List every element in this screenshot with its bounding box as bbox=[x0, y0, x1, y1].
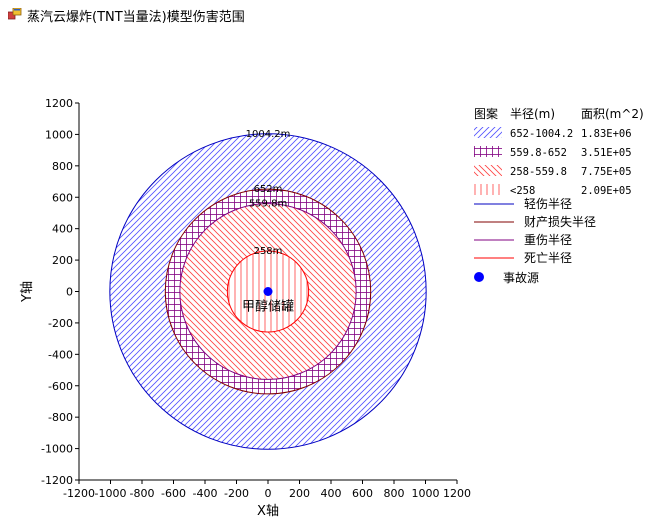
y-tick-label: 800 bbox=[52, 160, 73, 173]
legend-swatch-grid-purple bbox=[474, 146, 502, 157]
legend-line-label: 重伤半径 bbox=[524, 233, 572, 247]
source-label: 甲醇储罐 bbox=[242, 299, 294, 315]
legend-source-marker bbox=[474, 272, 484, 282]
x-tick-label: 800 bbox=[384, 487, 405, 500]
x-axis-label: X轴 bbox=[257, 504, 279, 519]
y-axis-label: Y轴 bbox=[20, 281, 35, 303]
x-tick-label: 400 bbox=[321, 487, 342, 500]
window-title: 蒸汽云爆炸(TNT当量法)模型伤害范围 bbox=[27, 10, 245, 25]
chart-area: -1200 -1200 -1000 -1000 -800 -800 -600 -600 -400… bbox=[0, 28, 666, 528]
y-tick-label: -1200 bbox=[41, 474, 73, 487]
y-tick-label: -600 bbox=[48, 380, 73, 393]
legend-radius-range: <258 bbox=[510, 185, 535, 197]
x-tick-label: -1000 bbox=[95, 487, 127, 500]
title-bar: 蒸汽云爆炸(TNT当量法)模型伤害范围 bbox=[0, 0, 666, 29]
legend-header: 图案 bbox=[474, 106, 498, 121]
x-tick-label: -400 bbox=[193, 487, 218, 500]
app-window-icon bbox=[8, 8, 22, 20]
x-tick-label: 0 bbox=[265, 487, 272, 500]
legend-header: 半径(m) bbox=[510, 107, 555, 121]
x-tick-label: 1000 bbox=[412, 487, 440, 500]
legend-line-label: 轻伤半径 bbox=[524, 197, 572, 211]
y-tick-label: 600 bbox=[52, 191, 73, 204]
legend-area: 3.51E+05 bbox=[581, 147, 632, 159]
legend-radius-range: 258-559.8 bbox=[510, 166, 567, 178]
y-tick-label: -800 bbox=[48, 411, 73, 424]
x-tick-label: -600 bbox=[161, 487, 186, 500]
x-tick-label: -200 bbox=[224, 487, 249, 500]
legend-swatch-vert-red bbox=[474, 184, 502, 195]
x-tick-label: 1200 bbox=[443, 487, 471, 500]
legend-radius-range: 652-1004.2 bbox=[510, 128, 573, 140]
x-tick-label: -800 bbox=[130, 487, 155, 500]
x-tick-label: 200 bbox=[289, 487, 310, 500]
y-tick-label: -1000 bbox=[41, 443, 73, 456]
y-tick-label: 400 bbox=[52, 223, 73, 236]
blast-range-chart: -1200-1200-1000-1000-800-800-600-600-400… bbox=[20, 97, 644, 519]
y-tick-label: 1000 bbox=[45, 128, 73, 141]
y-tick-label: 0 bbox=[66, 286, 73, 299]
legend-area: 1.83E+06 bbox=[581, 128, 632, 140]
legend-area: 7.75E+05 bbox=[581, 166, 632, 178]
x-tick-label: -1200 bbox=[63, 487, 95, 500]
y-tick-label: 1200 bbox=[45, 97, 73, 110]
legend-source-label: 事故源 bbox=[503, 270, 539, 285]
source-marker bbox=[263, 287, 273, 296]
legend-swatch-diag-red bbox=[474, 165, 502, 176]
radius-label-0: 1004.2m bbox=[246, 129, 291, 140]
legend-radius-range: 559.8-652 bbox=[510, 147, 567, 159]
y-tick-label: -400 bbox=[48, 348, 73, 361]
radius-label-2: 559.8m bbox=[249, 199, 287, 210]
legend-line-label: 财产损失半径 bbox=[524, 214, 596, 229]
legend-area: 2.09E+05 bbox=[581, 185, 632, 197]
y-tick-label: 200 bbox=[52, 254, 73, 267]
x-tick-label: 600 bbox=[352, 487, 373, 500]
legend-line-label: 死亡半径 bbox=[524, 251, 572, 265]
radius-label-1: 652m bbox=[254, 184, 283, 195]
y-tick-label: -200 bbox=[48, 317, 73, 330]
radius-label-3: 258m bbox=[254, 246, 283, 257]
legend-header: 面积(m^2) bbox=[581, 107, 644, 121]
legend-swatch-diag-blue bbox=[474, 127, 502, 138]
